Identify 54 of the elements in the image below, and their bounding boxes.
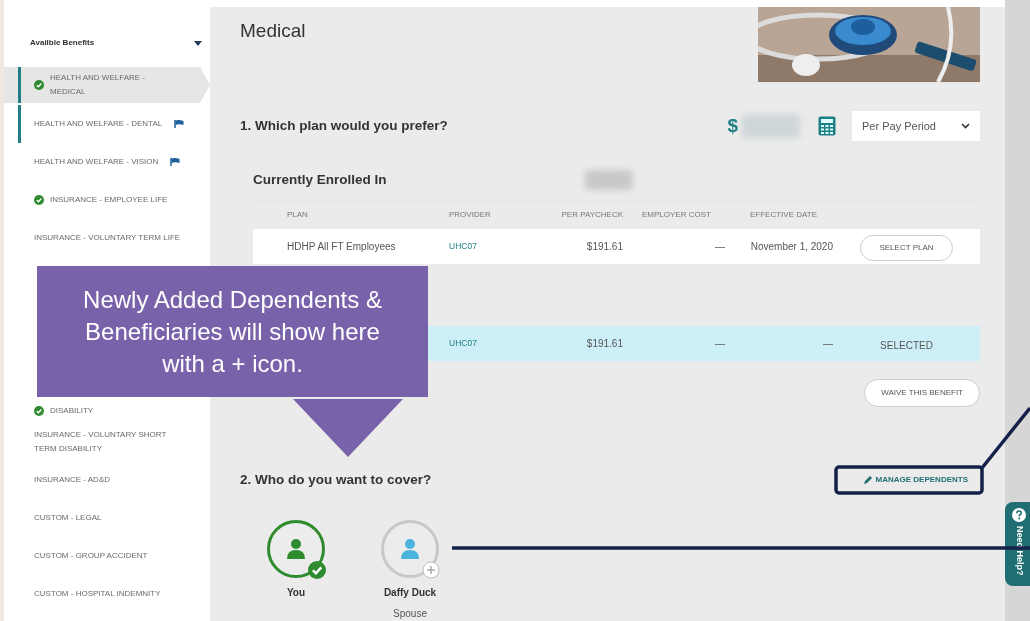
sidebar-item[interactable]: HEALTH AND WELFARE - DENTAL <box>4 105 210 143</box>
column-header: PLAN <box>286 209 309 222</box>
section-heading: 1. Which plan would you prefer? <box>240 116 449 135</box>
sidebar-item[interactable]: INSURANCE - EMPLOYEE LIFE <box>4 181 210 219</box>
sidebar-item[interactable]: INSURANCE - AD&D <box>4 461 210 499</box>
help-icon <box>1012 508 1026 522</box>
table-cell-text: — <box>714 337 726 352</box>
person-icon <box>401 538 419 559</box>
table-cell-text: November 1, 2020 <box>749 240 833 255</box>
table-cell-text: $191.61 <box>585 337 623 352</box>
sidebar-item[interactable]: DISABILITY <box>4 397 210 423</box>
sidebar-item[interactable]: HEALTH AND WELFARE - MEDICAL <box>4 67 210 103</box>
status-text: SELECTED <box>880 339 933 351</box>
page-title: Medical <box>240 19 306 43</box>
avatar[interactable] <box>267 519 325 578</box>
annotation-line <box>980 406 1030 470</box>
table-row[interactable]: HDHP All FT Employees UHC07 $191.61 — November 1, 2020 SELECT PLAN <box>253 229 980 265</box>
column-header: EFFECTIVE DATE <box>749 209 818 222</box>
sidebar-item[interactable]: HEALTH AND WELFARE - VISION <box>4 143 210 181</box>
relation-label: Spouse <box>393 606 427 621</box>
help-tab[interactable]: Need Help? <box>1005 502 1030 586</box>
section-heading: Currently Enrolled In <box>253 171 387 189</box>
sidebar-item[interactable]: INSURANCE - VOLUNTARY TERM LIFE <box>4 219 210 257</box>
pencil-icon <box>863 476 872 485</box>
sidebar-item[interactable]: INSURANCE - VOLUNTARY SHORT TERM DISABILITY <box>4 423 210 461</box>
period-select[interactable]: Per Pay Period <box>852 111 980 141</box>
person-name: You <box>286 585 306 600</box>
caret-icon[interactable] <box>194 40 202 46</box>
section-heading: 2. Who do you want to cover? <box>240 471 432 490</box>
waive-button[interactable]: WAIVE THIS BENEFIT <box>864 379 980 408</box>
table-row[interactable]: UHC07 $191.61 — — SELECTED <box>428 326 980 362</box>
sidebar-item[interactable]: CUSTOM - LEGAL <box>4 499 210 537</box>
table-cell-text: — <box>822 337 833 352</box>
person-name: Daffy Duck <box>383 585 437 600</box>
chevron-icon <box>961 123 970 129</box>
sidebar-item[interactable]: CUSTOM - GROUP ACCIDENT <box>4 537 210 575</box>
table-cell-text: — <box>714 240 726 255</box>
table-cell-text: HDHP All FT Employees <box>286 240 397 255</box>
select-plan-button[interactable]: SELECT PLAN <box>860 234 953 261</box>
sidebar-item[interactable]: CUSTOM - HOSPITAL INDEMNITY <box>4 575 210 613</box>
blurred-amount <box>584 170 633 191</box>
provider-link[interactable]: UHC07 <box>449 337 545 351</box>
sidebar-title: Availble Benefits <box>30 37 95 49</box>
calculator-icon[interactable] <box>818 116 836 136</box>
person-icon <box>287 538 305 559</box>
avatar[interactable] <box>381 519 439 578</box>
provider-link[interactable]: UHC07 <box>449 240 545 254</box>
currency-symbol: $ <box>727 113 738 138</box>
column-header: PER PAYCHECK <box>560 209 623 222</box>
column-header: PROVIDER <box>449 209 492 222</box>
blurred-amount <box>742 114 800 138</box>
column-header: EMPLOYER COST <box>641 209 712 222</box>
table-cell-text: $191.61 <box>585 240 623 255</box>
callout-text: Newly Added Dependents & Beneficiaries will show here with a + icon. <box>37 266 428 397</box>
